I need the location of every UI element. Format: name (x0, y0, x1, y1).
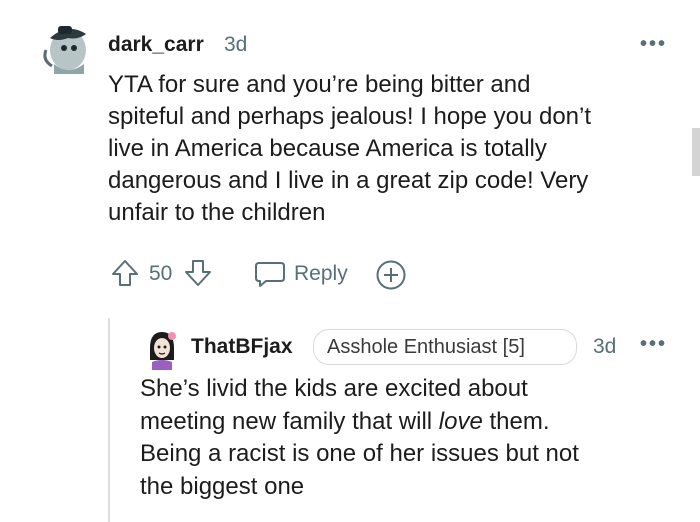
thread-line[interactable] (108, 318, 110, 522)
reply-line: Being a racist is one of her issues but … (140, 440, 579, 467)
reply-text-emphasis: love (438, 407, 483, 435)
upvote-button[interactable] (110, 258, 140, 288)
comment-avatar[interactable] (40, 20, 92, 76)
reply-timestamp: 3d (593, 335, 617, 358)
avatar-image (150, 332, 176, 370)
comment-line: YTA for sure and you’re being bitter and (108, 71, 531, 98)
speech-bubble-icon (255, 262, 285, 287)
vote-score: 50 (149, 262, 173, 285)
comment-timestamp: 3d (224, 33, 248, 56)
plus-circle-icon (376, 260, 406, 290)
reply-body: She’s livid the kids are excited about m… (140, 373, 685, 503)
reply-label: Reply (294, 262, 348, 285)
comment-body: YTA for sure and you’re being bitter and… (108, 69, 678, 229)
reply-button[interactable]: Reply (254, 258, 354, 290)
reply-more-icon[interactable]: ••• (640, 333, 667, 356)
scrollbar-thumb[interactable] (692, 128, 700, 176)
downvote-arrow-icon (185, 260, 211, 286)
user-flair: Asshole Enthusiast [5] (313, 329, 577, 365)
comment-username[interactable]: dark_carr (108, 33, 204, 57)
reply-text-fragment: them. (482, 407, 550, 435)
reply-text-fragment: meeting new family that will (140, 407, 439, 435)
reply-username[interactable]: ThatBFjax (191, 335, 293, 359)
avatar-image (43, 26, 86, 74)
comment-more-icon[interactable]: ••• (640, 33, 667, 56)
upvote-arrow-icon (112, 260, 138, 286)
comment-line: dangerous and I live in a great zip code… (108, 167, 589, 194)
reply-line: meeting new family that will love them. (140, 406, 685, 439)
comment-line: unfair to the children (108, 199, 326, 226)
award-button[interactable] (374, 258, 408, 292)
comment-line: live in America because America is total… (108, 135, 547, 162)
downvote-button[interactable] (183, 258, 213, 288)
comment-line: spiteful and perhaps jealous! I hope you… (108, 103, 592, 130)
reply-line: She’s livid the kids are excited about (140, 375, 528, 402)
reply-line: the biggest one (140, 472, 305, 500)
reply-avatar[interactable] (144, 328, 180, 370)
